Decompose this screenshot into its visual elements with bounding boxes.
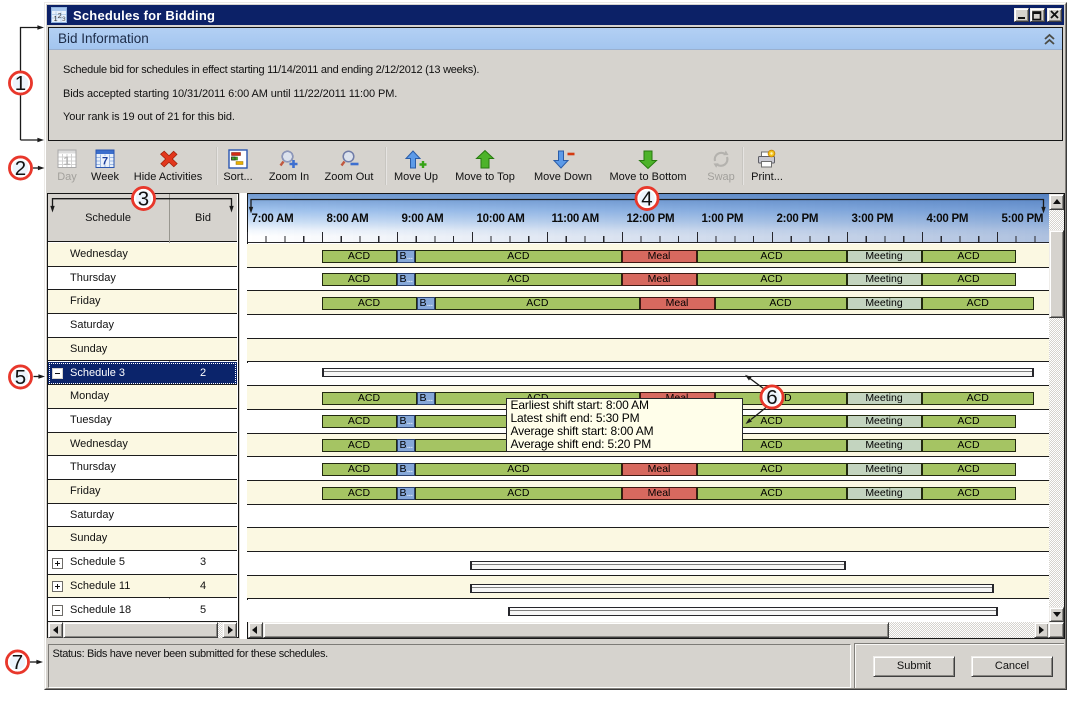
svg-text:3: 3 <box>62 15 66 22</box>
svg-text:5: 5 <box>15 366 26 389</box>
svg-text:1: 1 <box>15 72 26 95</box>
svg-text:2: 2 <box>15 157 26 180</box>
svg-text:7: 7 <box>12 651 23 674</box>
svg-text:7: 7 <box>102 156 108 168</box>
svg-text:1: 1 <box>64 154 71 168</box>
